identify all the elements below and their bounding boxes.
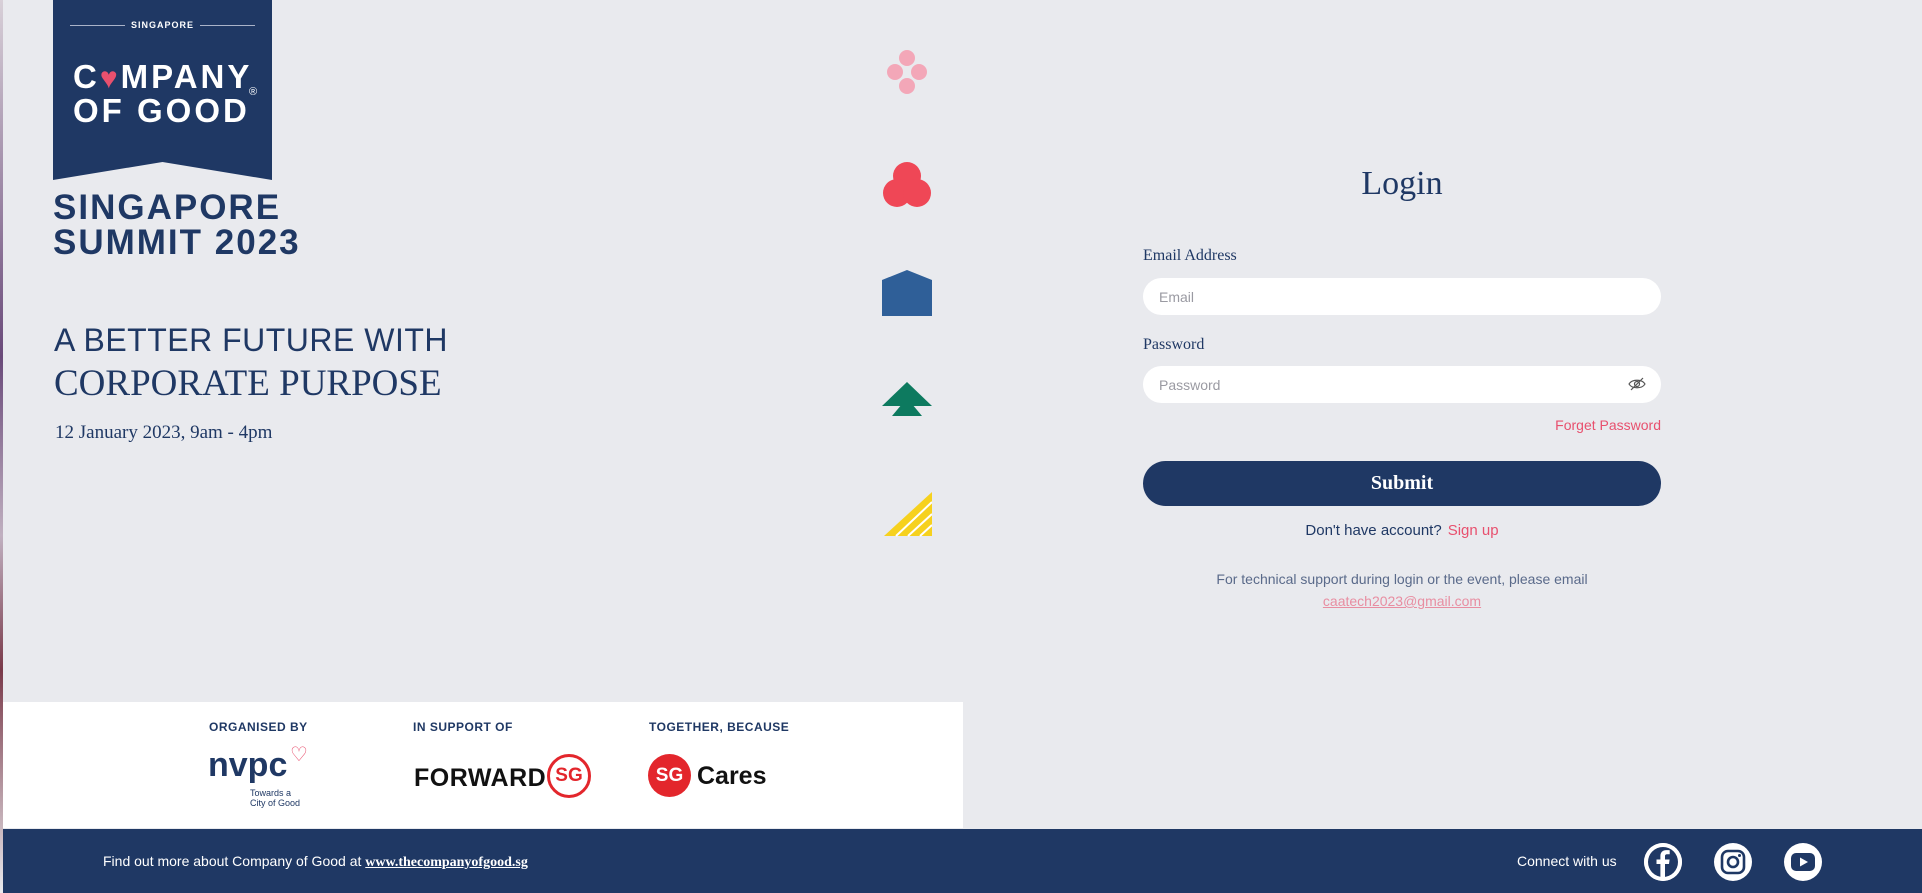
pink-flower-icon — [887, 50, 927, 94]
sg-cares-text: Cares — [697, 762, 767, 790]
logo-line-2: OF GOOD — [73, 92, 250, 129]
forward-sg-logo-text: FORWARD — [414, 764, 547, 792]
forget-password-link[interactable]: Forget Password — [1143, 417, 1661, 433]
footer: Find out more about Company of Good at w… — [3, 829, 1922, 893]
event-date: 12 January 2023, 9am - 4pm — [55, 422, 273, 443]
login-title: Login — [1361, 165, 1443, 202]
heart-icon: ♡ — [290, 744, 308, 766]
support-info: For technical support during login or th… — [1143, 568, 1661, 612]
no-account-text: Don't have account? — [1305, 522, 1442, 539]
support-text: For technical support during login or th… — [1216, 571, 1588, 587]
logo-line-1: C♥MPANY — [73, 58, 253, 96]
facebook-icon[interactable] — [1644, 843, 1682, 881]
website-link[interactable]: www.thecompanyofgood.sg — [365, 855, 528, 870]
nvpc-logo: nvpc — [208, 746, 288, 784]
password-label: Password — [1143, 336, 1205, 353]
email-field[interactable] — [1143, 278, 1661, 315]
in-support-of-label: IN SUPPORT OF — [413, 720, 513, 734]
partners-band: ORGANISED BY IN SUPPORT OF TOGETHER, BEC… — [3, 702, 963, 828]
event-name: SINGAPORE SUMMIT 2023 — [53, 188, 301, 262]
sign-up-link[interactable]: Sign up — [1448, 522, 1499, 539]
headline-line-2: CORPORATE PURPOSE — [54, 363, 442, 404]
heart-icon: ♥ — [99, 62, 121, 95]
red-circles-icon — [883, 162, 931, 207]
sg-cares-circle: SG — [648, 754, 691, 797]
eye-hidden-icon[interactable] — [1628, 377, 1646, 391]
green-tree-icon — [882, 382, 932, 416]
registered-mark: ® — [249, 86, 258, 98]
blue-house-icon — [882, 270, 932, 316]
email-label: Email Address — [1143, 247, 1237, 264]
company-of-good-logo: SINGAPORE C♥MPANY OF GOOD ® — [53, 0, 272, 180]
submit-button[interactable]: Submit — [1143, 461, 1661, 506]
yellow-rays-icon — [884, 492, 932, 537]
password-field[interactable] — [1143, 366, 1661, 403]
headline-line-1: A BETTER FUTURE WITH — [54, 322, 448, 358]
together-because-label: TOGETHER, BECAUSE — [649, 720, 790, 734]
support-email-link[interactable]: caatech2023@gmail.com — [1323, 593, 1481, 609]
youtube-icon[interactable] — [1784, 843, 1822, 881]
organised-by-label: ORGANISED BY — [209, 720, 308, 734]
logo-top-label: SINGAPORE — [53, 20, 272, 30]
connect-label: Connect with us — [1517, 853, 1617, 869]
instagram-icon[interactable] — [1714, 843, 1752, 881]
signup-prompt: Don't have account? Sign up — [1143, 522, 1661, 539]
forward-sg-circle: SG — [547, 754, 591, 798]
footer-info: Find out more about Company of Good at w… — [103, 853, 528, 870]
nvpc-tagline: Towards a City of Good — [250, 788, 301, 808]
